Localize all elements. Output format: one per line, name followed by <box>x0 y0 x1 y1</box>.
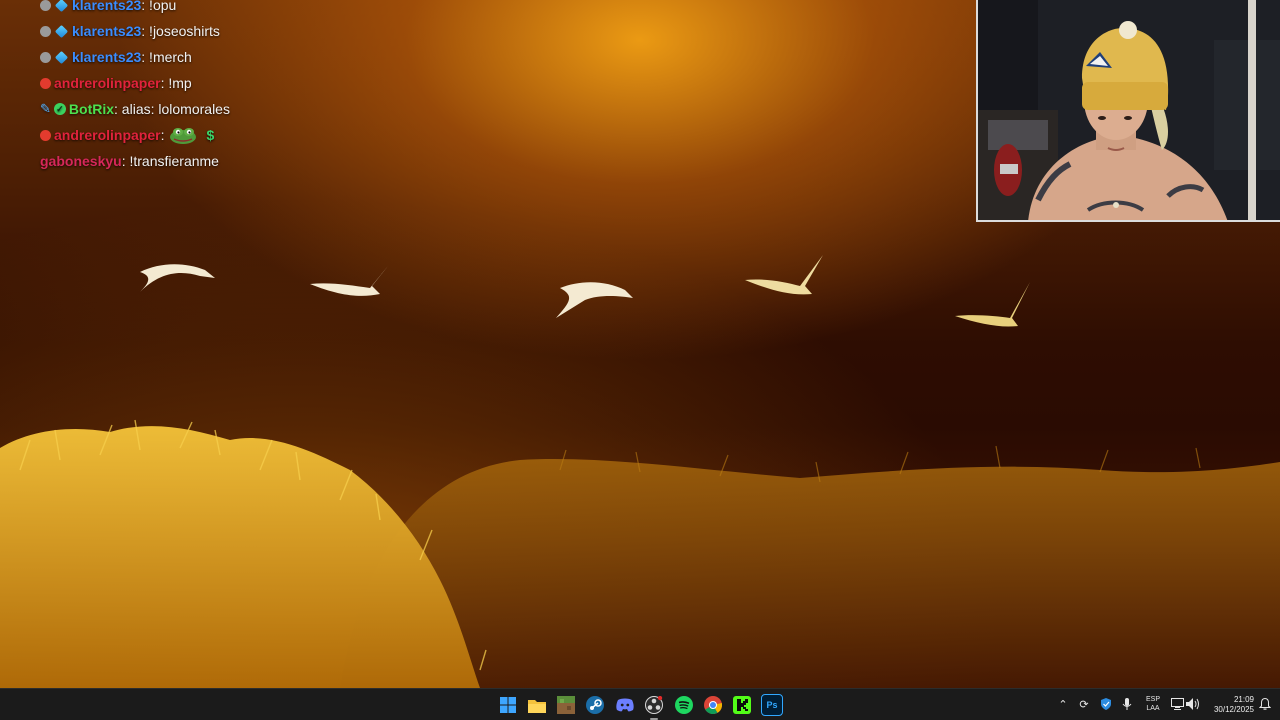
chat-message: klarents23 : !opu <box>40 0 360 18</box>
cube-badge-icon <box>54 24 69 38</box>
photoshop-label: Ps <box>766 700 778 710</box>
photoshop-icon[interactable]: Ps <box>761 694 783 716</box>
bird-5 <box>955 282 1030 327</box>
red-badge-icon <box>40 77 51 89</box>
flying-birds <box>140 255 1030 327</box>
notification-bell-icon[interactable] <box>1258 697 1272 712</box>
chat-text: : !joseoshirts <box>141 23 220 39</box>
chat-text: : !transfieranme <box>121 153 219 169</box>
chat-overlay: klarents23 : !opu klarents23 : !joseoshi… <box>40 0 360 174</box>
chrome-icon[interactable] <box>702 694 724 716</box>
chat-username: klarents23 <box>72 49 142 65</box>
subscriber-badge-icon <box>40 25 51 37</box>
obs-icon[interactable] <box>643 694 665 720</box>
red-badge-icon <box>40 129 51 141</box>
chat-text: : !opu <box>141 0 177 13</box>
chat-message: ✎ ✓ BotRix : alias: lolomorales <box>40 96 360 122</box>
frog-emote-icon <box>170 128 197 144</box>
system-clock[interactable]: 21:09 30/12/2025 <box>1206 695 1254 715</box>
chat-username: andrerolinpaper <box>54 127 161 143</box>
front-grass <box>0 426 480 688</box>
subscriber-badge-icon <box>40 0 51 11</box>
verified-check-icon: ✓ <box>53 103 66 115</box>
chat-message: andrerolinpaper : $ <box>40 122 360 148</box>
volume-icon[interactable] <box>1186 698 1200 712</box>
chat-message: klarents23 : !merch <box>40 44 360 70</box>
chat-text: : !mp <box>160 75 192 91</box>
windows-start-icon[interactable] <box>497 694 519 716</box>
clock-time: 21:09 <box>1233 695 1254 704</box>
pin-icon: ✎ <box>40 101 51 116</box>
desktop-wallpaper: klarents23 : !opu klarents23 : !joseoshi… <box>0 0 1280 688</box>
network-monitor-icon[interactable] <box>1170 698 1184 712</box>
file-explorer-icon[interactable] <box>526 694 548 716</box>
cube-badge-icon <box>54 0 69 12</box>
chat-message: gaboneskyu : !transfieranme <box>40 148 360 174</box>
microphone-icon[interactable] <box>1120 698 1134 712</box>
chat-username: klarents23 <box>72 0 142 13</box>
steam-icon[interactable] <box>584 694 606 716</box>
cube-badge-icon <box>54 50 69 64</box>
bird-2 <box>310 266 388 296</box>
minecraft-icon[interactable] <box>555 694 577 716</box>
chevron-up-icon[interactable]: ⌃ <box>1056 698 1070 712</box>
taskbar: Ps ⌃ ⟳ ESP LAA 21:09 30/12/2025 <box>0 688 1280 720</box>
chat-text: : <box>160 127 165 143</box>
streamer-camera-image <box>978 0 1280 220</box>
kick-icon[interactable] <box>731 694 753 716</box>
bird-4 <box>745 255 823 295</box>
chat-username: klarents23 <box>72 23 142 39</box>
chat-text: : !merch <box>141 49 192 65</box>
chat-text: : alias: lolomorales <box>114 101 230 117</box>
chat-username: andrerolinpaper <box>54 75 161 91</box>
dollar-emote-icon: $ <box>206 127 215 143</box>
discord-icon[interactable] <box>614 694 636 716</box>
keyboard-layout: LAA <box>1146 705 1160 712</box>
bird-1 <box>140 264 215 292</box>
sync-icon[interactable]: ⟳ <box>1077 698 1091 712</box>
spotify-icon[interactable] <box>673 694 695 716</box>
chat-message: andrerolinpaper : !mp <box>40 70 360 96</box>
security-shield-icon[interactable] <box>1099 698 1113 712</box>
language-code: ESP <box>1145 696 1160 703</box>
chat-username: gaboneskyu <box>40 153 122 169</box>
chat-message: klarents23 : !joseoshirts <box>40 18 360 44</box>
back-grass <box>340 459 1280 688</box>
bird-3 <box>556 282 633 318</box>
webcam-overlay <box>976 0 1280 222</box>
clock-date: 30/12/2025 <box>1213 705 1254 714</box>
subscriber-badge-icon <box>40 51 51 63</box>
language-indicator[interactable]: ESP LAA <box>1143 695 1163 713</box>
chat-username: BotRix <box>68 101 115 117</box>
